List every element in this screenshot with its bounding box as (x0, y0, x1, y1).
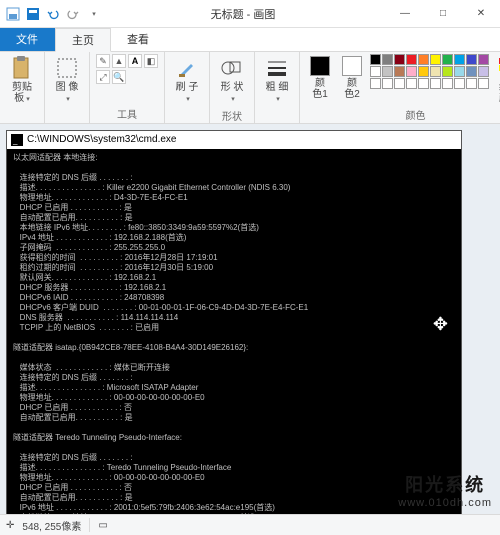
cmd-titlebar: _ C:\WINDOWS\system32\cmd.exe (7, 131, 461, 149)
group-shapes: 形 状 形状 (210, 52, 255, 123)
redo-icon[interactable] (66, 7, 80, 21)
tab-home[interactable]: 主页 (55, 28, 111, 52)
palette-color[interactable] (442, 54, 453, 65)
cmd-title: C:\WINDOWS\system32\cmd.exe (27, 135, 176, 145)
palette-color[interactable] (418, 66, 429, 77)
edit-colors-button[interactable]: 编辑 颜色 (493, 54, 500, 106)
fill-tool[interactable]: ▲ (112, 54, 126, 68)
save-icon[interactable] (26, 7, 40, 21)
maximize-button[interactable]: □ (424, 0, 462, 28)
palette-color[interactable] (430, 54, 441, 65)
palette-color[interactable] (430, 66, 441, 77)
group-tools: ✎ ▲ A ◧ ⤢ 🔍 工具 (90, 52, 165, 123)
cmd-output: 以太网适配器 本地连接: 连接特定的 DNS 后缀 . . . . . . . … (7, 149, 461, 514)
palette-color[interactable] (406, 78, 417, 89)
palette-color[interactable] (454, 54, 465, 65)
cursor-pos-icon: ✛ (6, 520, 14, 531)
palette-color[interactable] (430, 78, 441, 89)
cursor-pos: 548, 255像素 (22, 518, 81, 533)
color1-button[interactable]: 颜 色1 (306, 54, 334, 102)
cmd-icon: _ (11, 134, 23, 146)
ribbon-tabs: 文件 主页 查看 (0, 28, 500, 52)
palette-color[interactable] (394, 54, 405, 65)
app-icon (6, 7, 20, 21)
palette-color[interactable] (478, 78, 489, 89)
palette-color[interactable] (466, 54, 477, 65)
text-tool[interactable]: A (128, 54, 142, 68)
watermark: 阳光系统 www.010dh.com (398, 471, 492, 509)
eraser-tool[interactable]: ◧ (144, 54, 158, 68)
paste-button[interactable]: 剪贴 板 (6, 54, 38, 107)
group-size: 粗 细 (255, 52, 300, 123)
color2-button[interactable]: 颜 色2 (338, 54, 366, 102)
palette-color[interactable] (370, 66, 381, 77)
palette-color[interactable] (394, 66, 405, 77)
window-title: 无标题 - 画图 (100, 6, 386, 22)
cmd-window: _ C:\WINDOWS\system32\cmd.exe 以太网适配器 本地连… (6, 130, 462, 514)
palette-color[interactable] (394, 78, 405, 89)
palette-color[interactable] (466, 66, 477, 77)
undo-icon[interactable] (46, 7, 60, 21)
palette-color[interactable] (382, 78, 393, 89)
ribbon: 剪贴 板 图 像 ✎ ▲ A ◧ ⤢ 🔍 工具 (0, 52, 500, 124)
group-colors: 颜 色1 颜 色2 编辑 颜色 颜色 (300, 52, 500, 123)
qat-more-icon[interactable] (86, 7, 100, 21)
palette-color[interactable] (418, 78, 429, 89)
palette-color[interactable] (406, 66, 417, 77)
zoom-tool[interactable]: 🔍 (112, 70, 126, 84)
close-button[interactable]: ✕ (462, 0, 500, 28)
palette-color[interactable] (382, 54, 393, 65)
group-image: 图 像 (45, 52, 90, 123)
palette-color[interactable] (382, 66, 393, 77)
picker-tool[interactable]: ⤢ (96, 70, 110, 84)
svg-text:_: _ (12, 136, 18, 145)
titlebar: 无标题 - 画图 — □ ✕ (0, 0, 500, 28)
brush-button[interactable]: 刷 子 (171, 54, 203, 107)
canvas-area[interactable]: _ C:\WINDOWS\system32\cmd.exe 以太网适配器 本地连… (0, 124, 500, 514)
color1-swatch (310, 56, 330, 76)
group-clipboard: 剪贴 板 (0, 52, 45, 123)
size-button[interactable]: 粗 细 (261, 54, 293, 107)
palette-color[interactable] (442, 66, 453, 77)
palette-color[interactable] (478, 66, 489, 77)
tab-file[interactable]: 文件 (0, 28, 55, 51)
palette-color[interactable] (466, 78, 477, 89)
palette-color[interactable] (370, 54, 381, 65)
pencil-tool[interactable]: ✎ (96, 54, 110, 68)
palette-color[interactable] (406, 54, 417, 65)
selection-icon: ▭ (98, 520, 107, 531)
palette-color[interactable] (418, 54, 429, 65)
minimize-button[interactable]: — (386, 0, 424, 28)
palette-color[interactable] (370, 78, 381, 89)
color-palette[interactable] (370, 54, 489, 89)
select-button[interactable]: 图 像 (51, 54, 83, 107)
color2-swatch (342, 56, 362, 76)
palette-color[interactable] (454, 66, 465, 77)
palette-color[interactable] (478, 54, 489, 65)
shapes-button[interactable]: 形 状 (216, 54, 248, 107)
palette-color[interactable] (442, 78, 453, 89)
group-brush: 刷 子 (165, 52, 210, 123)
tab-view[interactable]: 查看 (111, 28, 166, 51)
statusbar: ✛ 548, 255像素 ▭ (0, 514, 500, 535)
palette-color[interactable] (454, 78, 465, 89)
